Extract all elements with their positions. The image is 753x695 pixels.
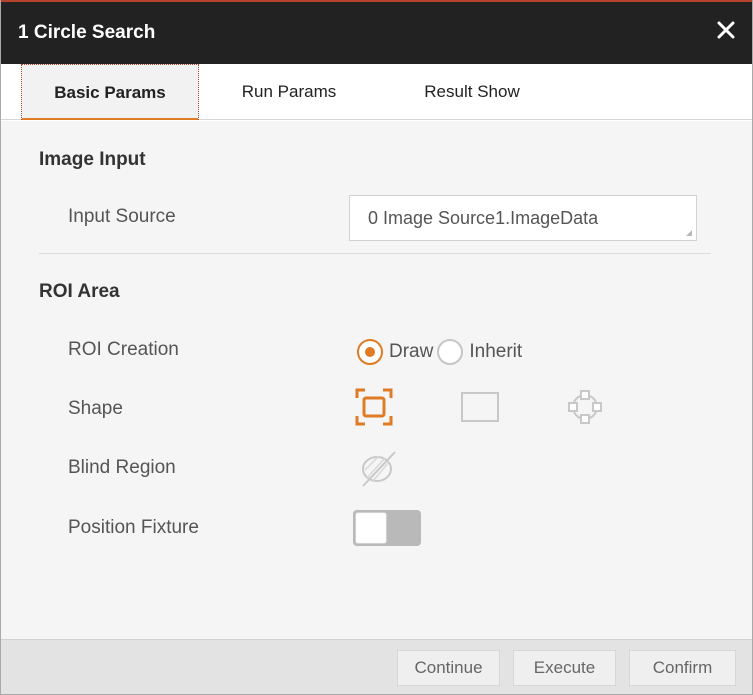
shape-label: Shape <box>68 398 123 419</box>
roi-creation-label: ROI Creation <box>68 339 179 360</box>
footer-bar: Continue Execute Confirm <box>1 639 752 694</box>
inherit-radio[interactable] <box>437 339 464 365</box>
input-source-value: 0 Image Source1.ImageData <box>368 208 599 228</box>
roi-area-section-title: ROI Area <box>39 281 120 302</box>
inherit-radio-label[interactable]: Inherit <box>469 341 522 363</box>
close-icon[interactable] <box>714 18 738 42</box>
confirm-button[interactable]: Confirm <box>629 650 736 686</box>
blind-region-icon[interactable] <box>359 448 399 488</box>
params-panel: Image Input Input Source 0 Image Source1… <box>1 121 752 639</box>
tab-run-params[interactable]: Run Params <box>219 64 359 120</box>
point-set-shape-icon[interactable] <box>565 387 605 427</box>
roi-creation-radio-group: Draw Inherit <box>357 337 526 367</box>
rectangle-shape-icon[interactable] <box>460 387 500 427</box>
circle-roi-shape-icon[interactable] <box>354 387 394 427</box>
position-fixture-label: Position Fixture <box>68 517 199 538</box>
image-input-section-title: Image Input <box>39 149 146 170</box>
tab-basic-params[interactable]: Basic Params <box>21 64 199 120</box>
circle-search-dialog: 1 Circle Search Basic Params Run Params … <box>0 0 753 695</box>
dialog-title: 1 Circle Search <box>18 22 156 43</box>
section-divider <box>39 253 711 254</box>
execute-button[interactable]: Execute <box>513 650 616 686</box>
tab-result-show[interactable]: Result Show <box>397 64 547 120</box>
input-source-label: Input Source <box>68 206 176 227</box>
continue-button[interactable]: Continue <box>397 650 500 686</box>
title-bar: 1 Circle Search <box>1 0 752 64</box>
position-fixture-toggle[interactable] <box>353 510 421 546</box>
blind-region-label: Blind Region <box>68 457 176 478</box>
draw-radio-label[interactable]: Draw <box>389 341 433 363</box>
tab-bar: Basic Params Run Params Result Show <box>1 64 752 120</box>
dropdown-grip-icon <box>686 230 692 236</box>
input-source-field[interactable]: 0 Image Source1.ImageData <box>349 195 697 241</box>
toggle-knob <box>355 512 387 544</box>
draw-radio[interactable] <box>357 339 383 365</box>
